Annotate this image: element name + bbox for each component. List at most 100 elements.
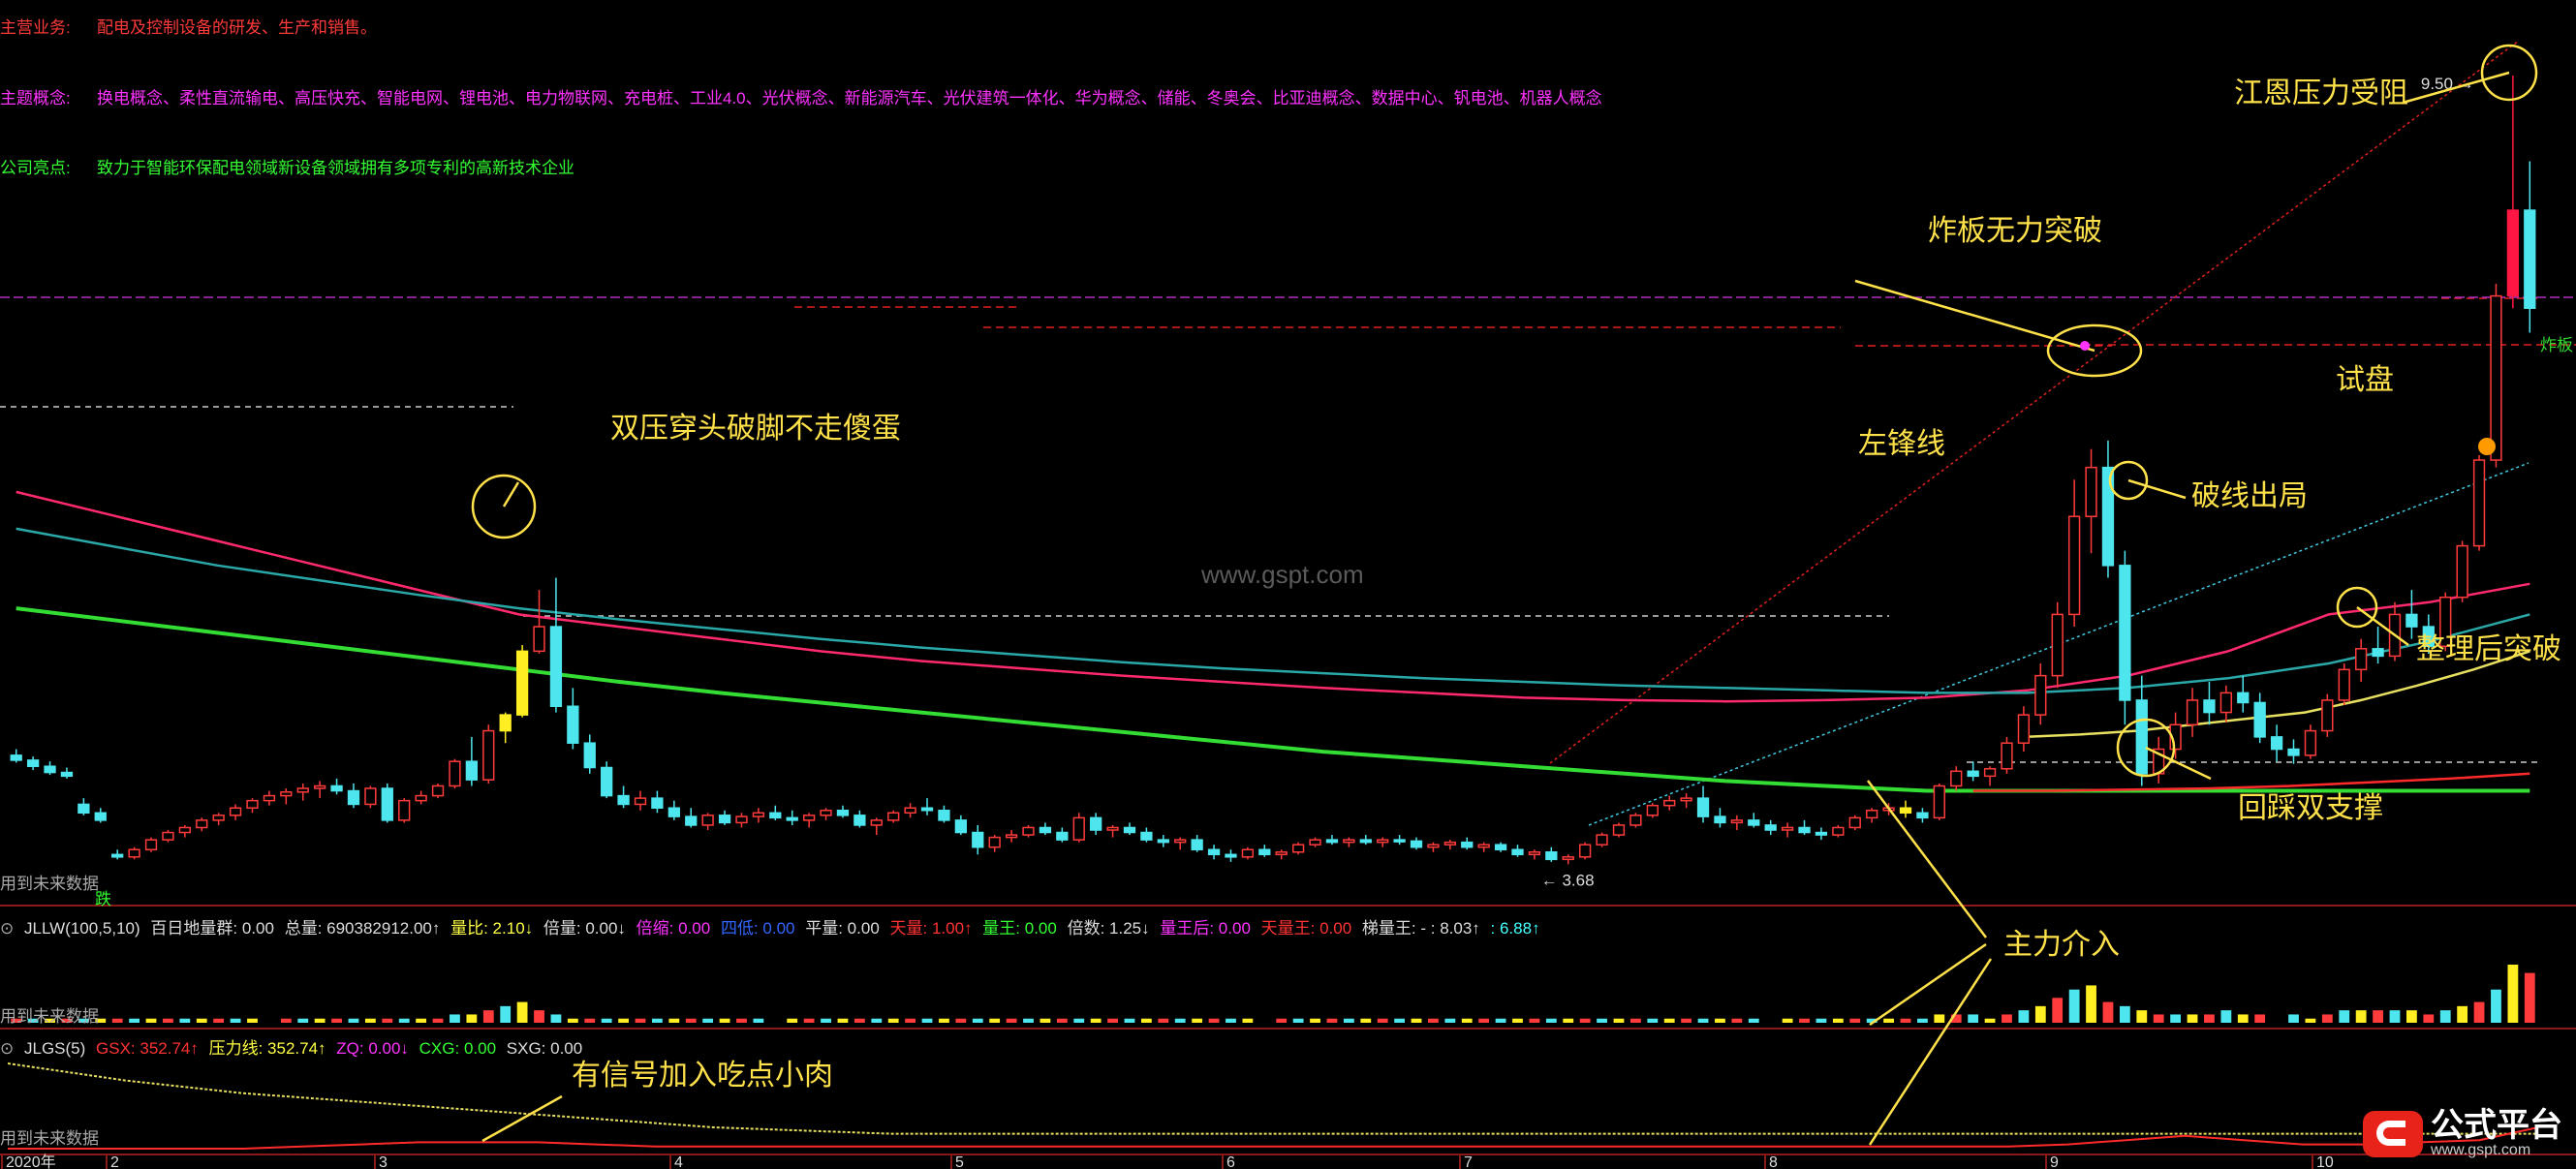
collapse-icon[interactable]: ⊙: [0, 919, 14, 938]
volume-bar: [972, 1018, 983, 1023]
volume-bar: [1512, 1018, 1523, 1023]
volume-bar: [652, 1018, 663, 1023]
candlestick: [482, 724, 495, 784]
candle-body: [1562, 856, 1574, 861]
candlestick: [1022, 824, 1035, 838]
volume-bar: [921, 1018, 933, 1023]
candle-body: [431, 784, 445, 797]
candle-body: [2405, 613, 2418, 628]
concept-line: 主题概念: 换电概念、柔性直流输电、高压快充、智能电网、锂电池、电力物联网、充电桩…: [0, 84, 1602, 108]
candle-body: [2524, 209, 2536, 309]
candlestick: [1225, 849, 1237, 862]
candlestick: [2456, 540, 2468, 602]
candle-body: [583, 742, 596, 769]
volume-bar: [803, 1018, 815, 1023]
volume-bar: [2473, 1001, 2485, 1023]
volume-bar: [2136, 1010, 2148, 1023]
volume-bar: [1629, 1018, 1641, 1023]
candle-body: [1629, 815, 1642, 826]
candlestick: [1157, 835, 1169, 847]
candlestick: [1663, 795, 1676, 811]
candle-body: [567, 705, 579, 744]
volume-bar: [450, 1014, 460, 1023]
volume-bar: [432, 1018, 444, 1023]
candlestick: [2119, 550, 2131, 725]
volume-bar: [482, 1010, 494, 1023]
volume-bar: [1900, 1018, 1911, 1023]
volume-bar: [567, 1018, 578, 1023]
candlestick: [1377, 837, 1389, 847]
volume-bar: [1141, 1018, 1152, 1023]
candlestick: [2270, 724, 2283, 762]
volume-bar: [1545, 1018, 1557, 1023]
candlestick: [651, 790, 664, 814]
candlestick: [2085, 448, 2097, 554]
volume-bar: [1799, 1018, 1810, 1023]
volume-bar: [1647, 1018, 1659, 1023]
volume-legend: ⊙ JLLW(100,5,10) 百日地量群: 0.00 总量: 6903829…: [0, 914, 1546, 938]
volume-bar: [416, 1018, 427, 1023]
volume-bar: [1731, 1018, 1743, 1023]
candlestick: [364, 785, 377, 809]
volume-bar: [1832, 1018, 1844, 1023]
sig-legend-1: 压力线: 352.74↑: [208, 1039, 326, 1058]
candlestick: [1832, 824, 1845, 838]
volume-bar: [821, 1018, 831, 1023]
volume-bar: [516, 1001, 528, 1023]
signal-lines: 用到未来数据: [0, 1062, 2539, 1150]
volume-bar: [247, 1018, 258, 1023]
candle-body: [1916, 812, 1929, 819]
candle-body: [1275, 851, 1288, 856]
candlestick: [313, 781, 326, 799]
candle-body: [634, 797, 647, 806]
candle-body: [128, 848, 140, 858]
volume-bar: [1917, 1018, 1928, 1023]
candle-body: [2101, 466, 2115, 567]
candlestick: [1207, 845, 1221, 860]
volume-bar: [2002, 1014, 2012, 1023]
volume-bar: [2102, 1001, 2114, 1023]
candlestick: [920, 798, 934, 815]
candle-body: [1056, 831, 1069, 841]
volume-bar: [1023, 1018, 1034, 1023]
candlestick: [296, 783, 309, 801]
candle-body: [988, 836, 1001, 848]
candlestick: [972, 824, 984, 855]
annotation-callout: 破线出局: [2108, 460, 2308, 512]
candlestick: [10, 749, 22, 763]
volume-bar: [719, 1018, 730, 1023]
candlestick: [701, 813, 714, 830]
volume-bar: [2373, 1010, 2383, 1023]
candle-body: [60, 771, 74, 778]
volume-bar: [2321, 1014, 2333, 1023]
annotation-text: 炸板无力突破: [1928, 215, 2102, 247]
volume-bar: [1697, 1018, 1709, 1023]
candlestick: [1191, 835, 1203, 852]
candlestick: [1866, 808, 1878, 823]
candlestick: [988, 835, 1001, 852]
low-price-label: ← 3.68: [1541, 871, 1595, 889]
candlestick: [499, 712, 512, 744]
volume-bar: [1529, 1018, 1540, 1023]
axis-tick-label: 2: [110, 1154, 119, 1169]
volume-bar: [685, 1018, 697, 1023]
candlestick: [246, 798, 259, 814]
candlestick: [1056, 827, 1069, 843]
candle-body: [415, 794, 427, 802]
candlestick: [1714, 808, 1726, 828]
candle-body: [2321, 699, 2334, 732]
collapse-icon[interactable]: ⊙: [0, 1039, 14, 1058]
candlestick: [2506, 75, 2520, 309]
volume-bar: [2254, 1014, 2266, 1023]
volume-bar: [2068, 989, 2080, 1023]
sig-legend-2: ZQ: 0.00↓: [336, 1039, 409, 1058]
axis-tick-label: 10: [2316, 1154, 2334, 1169]
volume-bar: [2153, 1014, 2164, 1023]
volume-bar: [1444, 1018, 1456, 1023]
candle-body: [752, 812, 765, 817]
volume-bar: [736, 1018, 747, 1023]
candle-body: [2135, 699, 2148, 775]
candlestick: [2067, 479, 2081, 628]
candle-body: [2067, 515, 2081, 616]
volume-bar: [837, 1018, 849, 1023]
